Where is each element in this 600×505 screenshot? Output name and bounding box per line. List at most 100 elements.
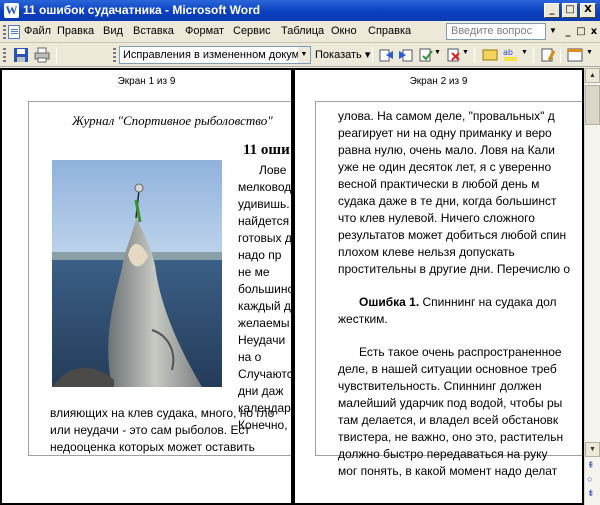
scroll-down-icon[interactable]: ▼ [585, 442, 600, 457]
menu-edit[interactable]: Правка [57, 25, 94, 37]
highlight-dropdown-icon[interactable]: ▼ [521, 49, 528, 56]
toolbar-options-icon[interactable]: ▼ [586, 49, 593, 56]
reading-pane-right[interactable]: Экран 2 из 9 улова. На самом деле, "пров… [293, 68, 584, 505]
screen-counter-right: Экран 2 из 9 [409, 76, 468, 87]
close-button[interactable]: X [580, 3, 596, 18]
help-search-input[interactable]: Введите вопрос [446, 23, 546, 40]
text-line: что клев нулевой. Ничего сложного [338, 211, 535, 225]
previous-page-icon[interactable]: ⇞ [587, 460, 595, 471]
error-1-label: Ошибка 1. [359, 295, 420, 309]
doc-close-button[interactable]: x [587, 25, 600, 38]
previous-change-icon[interactable] [378, 47, 394, 63]
text-line: удивишь. [238, 197, 290, 211]
text-line: мелковод [238, 180, 292, 194]
menu-format[interactable]: Формат [185, 25, 224, 37]
menu-bar: Файл Правка Вид Вставка Формат Сервис Та… [0, 21, 600, 43]
accept-change-icon[interactable] [418, 47, 434, 63]
article-heading: 11 оши [243, 142, 290, 158]
print-icon[interactable] [34, 47, 50, 63]
scroll-up-icon[interactable]: ▲ [585, 68, 600, 83]
reject-dropdown-icon[interactable]: ▼ [462, 49, 469, 56]
screen-counter-left: Экран 1 из 9 [117, 76, 176, 87]
error-1-text: Спиннинг на судака дол [419, 295, 557, 309]
reviewing-pane-icon[interactable] [567, 47, 583, 63]
text-line: найдется [238, 214, 290, 228]
svg-text:ab: ab [503, 48, 513, 57]
select-browse-object-icon[interactable]: ○ [587, 474, 592, 484]
text-line: результатов может добиться любой спин [338, 228, 567, 242]
menu-tools[interactable]: Сервис [233, 25, 271, 37]
toolbar-separator [533, 47, 534, 63]
error-1-text-continued: жестким. [338, 312, 388, 326]
text-line: или неудачи - это сам рыболов. Ест [50, 423, 250, 437]
reject-change-icon[interactable] [446, 47, 462, 63]
fishing-photo [52, 160, 222, 387]
minimize-button[interactable]: _ [544, 3, 560, 18]
text-line: не ме [238, 265, 270, 279]
text-line: плохом клеве нельзя допускать [338, 245, 515, 259]
text-line: Неудачи [238, 333, 286, 347]
doc-minimize-button[interactable]: _ [561, 25, 575, 38]
doc-restore-button[interactable]: □ [574, 25, 588, 38]
text-line: влияющих на клев судака, много, но гло [50, 406, 275, 420]
text-line: там делается, и владел всей обстановк [338, 413, 559, 427]
show-markup-button[interactable]: Показать ▾ [315, 48, 370, 61]
track-changes-icon[interactable] [540, 47, 556, 63]
text-line: твистера, не важно, оно это, растительн [338, 430, 564, 444]
menu-insert[interactable]: Вставка [133, 25, 174, 37]
save-icon[interactable] [13, 47, 29, 63]
next-page-icon[interactable]: ⇟ [587, 488, 595, 499]
comment-icon[interactable] [482, 47, 498, 63]
text-line: должно быстро передаваться на руку [338, 447, 548, 461]
text-line: деле, в нашей ситуации основное треб [338, 362, 557, 376]
scroll-thumb[interactable] [585, 85, 600, 125]
toolbar-separator [474, 47, 475, 63]
text-line: уже не один десяток лет, я с уверенно [338, 160, 552, 174]
menu-table[interactable]: Таблица [281, 25, 324, 37]
toolbar: Исправления в измененном документе ▼ Пок… [0, 43, 600, 67]
text-line: желаемы [238, 316, 290, 330]
menu-window[interactable]: Окно [331, 25, 357, 37]
text-line: дни даж [238, 384, 284, 398]
menu-view[interactable]: Вид [103, 25, 123, 37]
text-line: малейший ударчик под водой, чтобы ры [338, 396, 563, 410]
text-line: улова. На самом деле, "провальных" д [338, 109, 555, 123]
window-title: 11 ошибок судачатника - Microsoft Word [23, 3, 261, 17]
maximize-button[interactable]: □ [562, 3, 578, 18]
accept-dropdown-icon[interactable]: ▼ [434, 49, 441, 56]
vertical-scrollbar[interactable]: ▲ ▼ ⇞ ○ ⇟ [584, 68, 600, 505]
text-line: на о [238, 350, 262, 364]
word-window: W 11 ошибок судачатника - Microsoft Word… [0, 0, 600, 505]
document-area: Экран 1 из 9 Журнал "Спортивное рыболовс… [0, 68, 584, 505]
text-line: готовых д [238, 231, 292, 245]
text-line: Случаютс [238, 367, 293, 381]
text-line: чувствительность. Спиннинг должен [338, 379, 542, 393]
text-line: недооценка которых может оставить [50, 440, 255, 454]
track-changes-value: Исправления в измененном документе [123, 49, 311, 61]
text-line: простительны в другие дни. Перечислю о [338, 262, 571, 276]
journal-title: Журнал "Спортивное рыболовство" [72, 113, 273, 128]
reading-pane-left[interactable]: Экран 1 из 9 Журнал "Спортивное рыболовс… [0, 68, 293, 505]
document-icon[interactable] [8, 25, 20, 39]
toolbar-separator [56, 47, 57, 63]
menu-grip-icon[interactable] [3, 25, 6, 39]
text-line: весной практически в любой день м [338, 177, 540, 191]
next-change-icon[interactable] [398, 47, 414, 63]
text-line: большинс [238, 282, 293, 296]
combo-dropdown-icon[interactable]: ▼ [298, 47, 310, 63]
word-app-icon[interactable]: W [4, 3, 19, 18]
toolbar-separator [560, 47, 561, 63]
menu-help[interactable]: Справка [368, 25, 411, 37]
error-1-line: Ошибка 1. Спиннинг на судака дол [359, 294, 557, 311]
text-line: реагирует ни на одну приманку и веро [338, 126, 552, 140]
text-line: каждый д [238, 299, 291, 313]
menu-file[interactable]: Файл [24, 25, 51, 37]
track-changes-display-select[interactable]: Исправления в измененном документе ▼ [119, 46, 311, 64]
help-dropdown-icon[interactable]: ▼ [549, 26, 557, 35]
reviewing-toolbar-grip-icon[interactable] [113, 48, 116, 62]
text-line: равна нулю, очень мало. Ловя на Кали [338, 143, 555, 157]
spelling-icon[interactable]: ab [503, 47, 519, 63]
text-line: мог понять, в какой момент надо делат [338, 464, 558, 478]
toolbar-grip-icon[interactable] [3, 48, 6, 62]
title-bar: W 11 ошибок судачатника - Microsoft Word… [0, 0, 600, 21]
